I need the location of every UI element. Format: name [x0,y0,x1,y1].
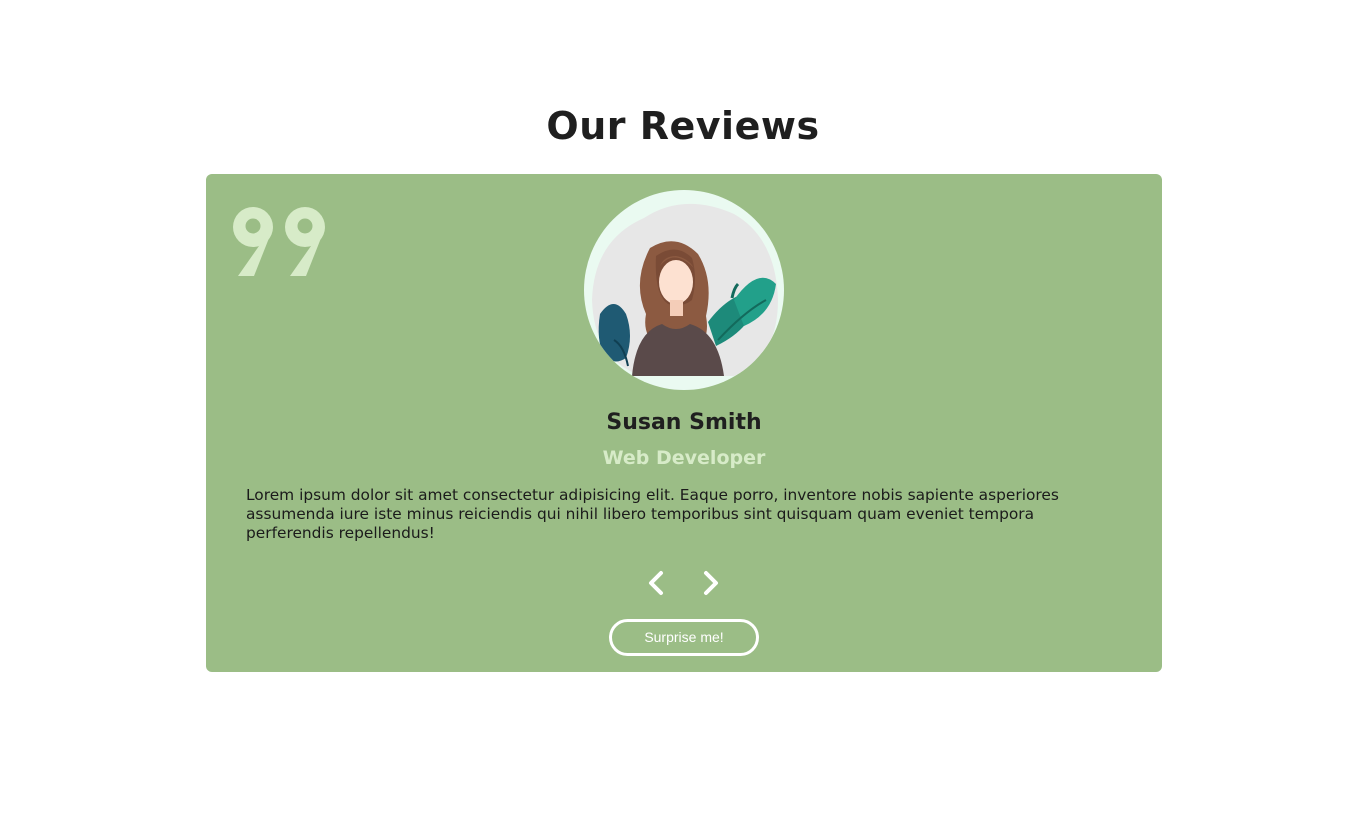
chevron-right-icon [704,571,718,595]
review-text: Lorem ipsum dolor sit amet consectetur a… [246,486,1059,542]
review-card: Susan Smith Web Developer Lorem ipsum do… [206,174,1162,672]
woman-portrait-avatar [592,203,778,376]
reviewer-name: Susan Smith [606,410,762,435]
surprise-me-button[interactable]: Surprise me! [609,619,759,656]
page: Our Reviews Susan Smith Web Developer Lo… [0,0,1366,818]
section-title: Our Reviews [546,104,820,148]
avatar [584,190,784,390]
quote-icon [226,180,336,280]
chevron-left-icon [649,571,663,595]
prev-review-button[interactable] [642,568,672,598]
reviewer-job-title: Web Developer [602,447,766,469]
next-review-button[interactable] [695,568,725,598]
